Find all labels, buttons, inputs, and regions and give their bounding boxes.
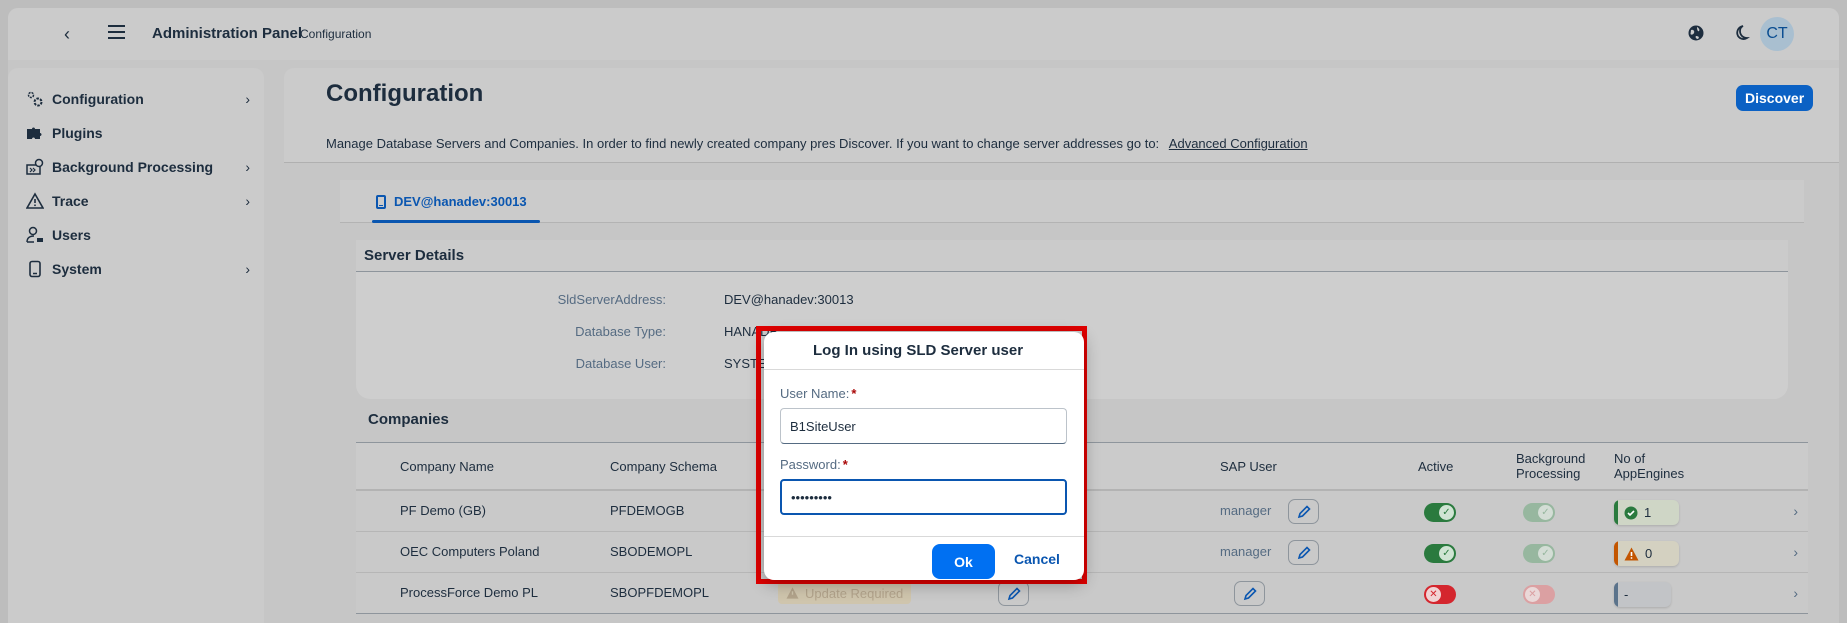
dialog-title: Log In using SLD Server user: [813, 342, 1024, 359]
ok-button[interactable]: Ok: [932, 544, 995, 579]
username-input[interactable]: [780, 408, 1067, 444]
username-label: User Name: *: [780, 386, 857, 401]
password-label: Password: *: [780, 457, 848, 472]
dialog-footer: Ok Cancel: [764, 536, 1084, 580]
required-asterisk: *: [842, 457, 848, 472]
required-asterisk: *: [851, 386, 857, 401]
password-input[interactable]: [780, 479, 1067, 515]
cancel-button[interactable]: Cancel: [1014, 551, 1060, 567]
login-dialog: Log In using SLD Server user User Name: *…: [764, 332, 1084, 580]
dialog-header: Log In using SLD Server user: [764, 332, 1084, 370]
